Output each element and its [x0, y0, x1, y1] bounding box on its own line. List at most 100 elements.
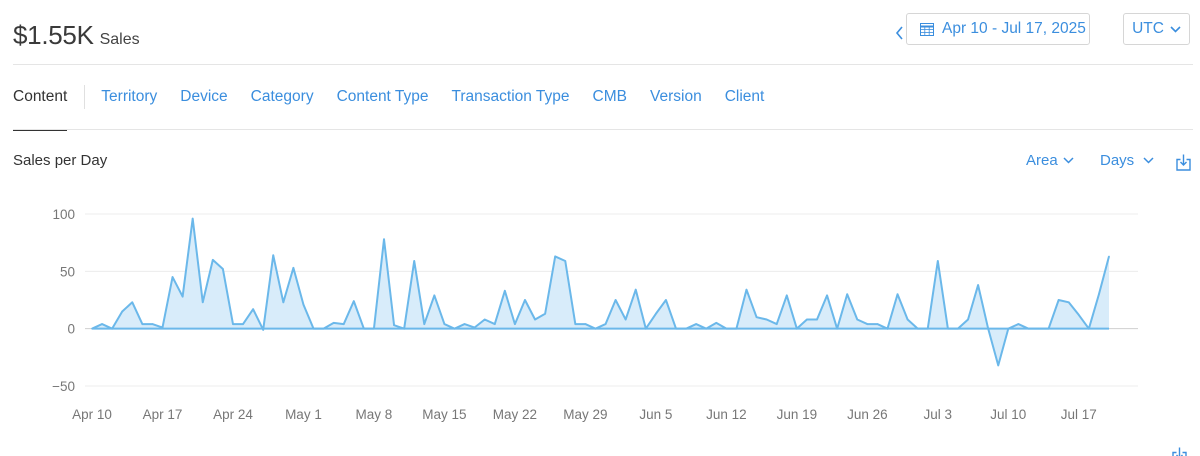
data-point	[614, 299, 617, 301]
data-point	[272, 254, 275, 257]
data-point	[463, 323, 466, 325]
sales-total: $1.55K Sales	[13, 20, 140, 51]
data-point	[544, 312, 546, 315]
x-tick-label: Jul 10	[990, 407, 1026, 422]
data-point	[151, 323, 154, 325]
data-point	[232, 323, 234, 325]
tab-category[interactable]: Category	[251, 80, 314, 130]
date-range-picker[interactable]: Apr 10 - Jul 17, 2025	[906, 13, 1090, 45]
x-tick-label: Apr 24	[213, 407, 253, 422]
data-point	[1037, 327, 1040, 330]
calendar-icon	[920, 22, 934, 36]
data-point	[191, 217, 194, 220]
tab-content-type[interactable]: Content Type	[337, 80, 429, 130]
data-point	[916, 327, 919, 330]
data-point	[967, 318, 969, 321]
x-tick-label: May 15	[422, 407, 466, 422]
series-area	[92, 218, 1109, 366]
data-point	[655, 312, 657, 315]
data-point	[252, 308, 254, 310]
data-point	[765, 318, 768, 321]
data-point	[715, 322, 718, 324]
x-tick-label: Apr 10	[72, 407, 112, 422]
tab-cmb[interactable]: CMB	[593, 80, 627, 130]
sales-total-value: $1.55K	[13, 20, 94, 50]
data-point	[584, 323, 587, 325]
x-tick-label: May 29	[563, 407, 607, 422]
tab-separator	[84, 85, 86, 109]
download-icon[interactable]	[1172, 445, 1187, 456]
sales-area-chart: 100 50 0 −50 Apr 10 Apr 17 Apr 24 May 1 May 8 May…	[52, 207, 1138, 422]
x-tick-label: May 22	[493, 407, 537, 422]
chevron-left-icon	[895, 26, 903, 40]
data-point	[755, 316, 758, 318]
data-point	[242, 323, 244, 325]
data-point	[262, 329, 264, 331]
chart-type-label: Area	[1026, 152, 1058, 169]
data-point	[705, 327, 708, 330]
data-point	[443, 323, 446, 325]
data-point	[1027, 327, 1030, 330]
data-point	[504, 290, 506, 292]
data-point	[121, 310, 124, 313]
data-point	[634, 288, 637, 291]
data-point	[111, 327, 113, 330]
chart-type-dropdown[interactable]: Area	[1026, 152, 1074, 169]
data-point	[735, 327, 738, 330]
data-point	[91, 327, 93, 330]
data-point	[212, 259, 214, 261]
data-point	[534, 318, 536, 321]
previous-range-button[interactable]	[895, 24, 904, 45]
data-point	[594, 327, 597, 330]
tabs-divider	[13, 129, 1193, 130]
series-line	[91, 217, 1110, 367]
tab-client[interactable]: Client	[725, 80, 765, 130]
chevron-down-icon	[1143, 157, 1154, 164]
data-point	[353, 300, 355, 302]
y-tick-label: 50	[60, 264, 75, 279]
data-point	[846, 293, 848, 296]
data-point	[856, 318, 859, 321]
data-point	[483, 318, 486, 321]
download-icon[interactable]	[1176, 154, 1191, 176]
data-point	[947, 327, 949, 330]
x-tick-label: Jun 12	[706, 407, 747, 422]
data-point	[1017, 323, 1020, 325]
data-point	[131, 301, 134, 304]
x-tick-label: May 8	[356, 407, 393, 422]
x-tick-label: May 1	[285, 407, 322, 422]
tab-transaction-type[interactable]: Transaction Type	[452, 80, 570, 130]
data-point	[695, 323, 697, 325]
data-point	[1007, 327, 1010, 330]
y-tick-label: −50	[52, 379, 75, 394]
tab-territory[interactable]: Territory	[101, 80, 157, 130]
x-tick-label: Jun 19	[777, 407, 818, 422]
timezone-select[interactable]: UTC	[1123, 13, 1190, 45]
timezone-value: UTC	[1132, 20, 1164, 37]
data-point	[373, 327, 375, 330]
interval-label: Days	[1100, 152, 1135, 169]
data-point	[624, 318, 627, 321]
data-point	[675, 327, 677, 330]
data-point	[604, 323, 607, 325]
data-point	[493, 323, 496, 325]
data-point	[554, 255, 556, 258]
data-point	[896, 293, 899, 296]
y-tick-label: 0	[67, 322, 75, 337]
tab-content[interactable]: Content	[13, 80, 68, 131]
data-point	[292, 267, 295, 269]
data-point	[453, 327, 456, 330]
header-divider	[13, 64, 1193, 65]
tab-version[interactable]: Version	[650, 80, 702, 130]
data-point	[282, 301, 285, 304]
x-tick-label: Jun 5	[639, 407, 672, 422]
interval-dropdown[interactable]: Days	[1100, 152, 1154, 169]
tab-device[interactable]: Device	[180, 80, 227, 130]
data-point	[987, 327, 989, 330]
data-point	[997, 364, 1000, 367]
data-point	[322, 327, 325, 330]
data-point	[775, 323, 778, 325]
data-point	[473, 326, 476, 329]
data-point	[926, 327, 929, 330]
data-point	[1088, 327, 1090, 330]
